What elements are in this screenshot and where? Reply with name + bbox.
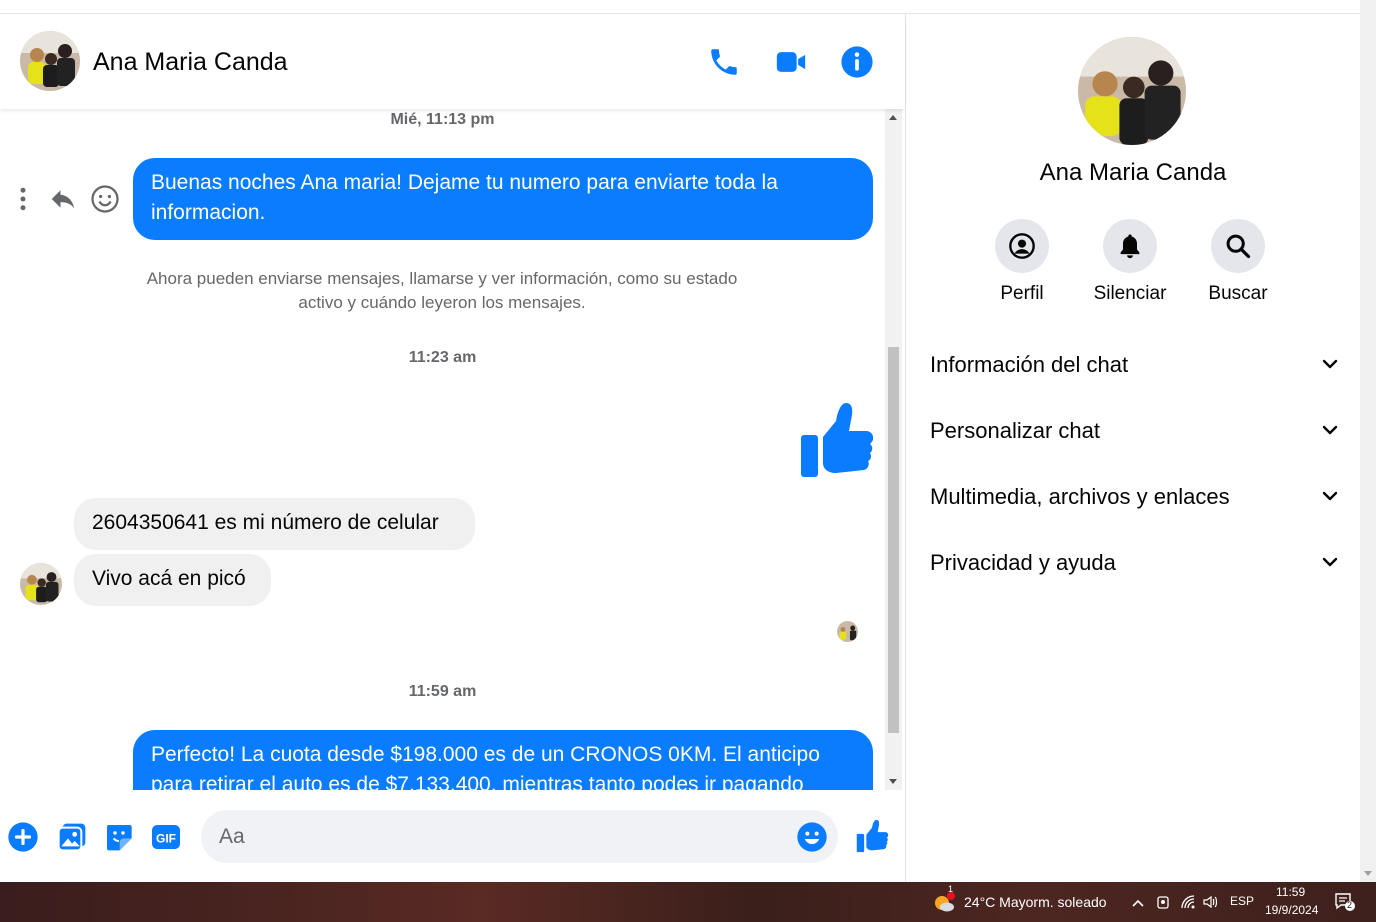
wifi-icon[interactable] <box>1180 894 1196 910</box>
thumbs-up-sticker[interactable] <box>798 401 874 479</box>
chevron-down-icon <box>1320 486 1340 506</box>
section-label: Información del chat <box>930 352 1129 377</box>
chevron-down-icon <box>1320 354 1340 374</box>
clock-date[interactable]: 19/9/2024 <box>1265 903 1318 917</box>
sticker-icon[interactable] <box>103 821 135 853</box>
weather-badge: 1 <box>948 884 954 894</box>
message-input[interactable] <box>219 820 779 853</box>
section-privacy-help[interactable]: Privacidad y ayuda <box>930 542 1340 582</box>
scroll-thumb[interactable] <box>888 347 899 733</box>
outgoing-message[interactable]: Buenas noches Ana maria! Dejame tu numer… <box>133 158 873 240</box>
chat-header: Ana Maria Canda <box>0 14 905 109</box>
system-note-line: Ahora pueden enviarse mensajes, llamarse… <box>146 269 738 288</box>
timestamp: 11:23 am <box>408 349 477 366</box>
timestamp: 11:59 am <box>408 683 477 700</box>
profile-avatar-large[interactable] <box>1078 37 1186 145</box>
mute-label: Silenciar <box>1093 283 1167 304</box>
profile-label: Perfil <box>1000 283 1044 304</box>
section-label: Multimedia, archivos y enlaces <box>930 484 1230 509</box>
meet-icon[interactable] <box>1156 894 1170 910</box>
section-chat-info[interactable]: Información del chat <box>930 344 1340 384</box>
message-scrollbar[interactable] <box>885 109 902 790</box>
top-strip <box>0 0 1360 14</box>
notification-count: 2 <box>1347 900 1353 910</box>
message-actions <box>8 184 128 218</box>
timestamp: Mié, 11:13 pm <box>390 111 495 128</box>
reply-icon[interactable] <box>48 184 78 214</box>
message-input-wrapper <box>201 810 838 863</box>
system-note: Ahora pueden enviarse mensajes, llamarse… <box>100 267 784 315</box>
section-label: Personalizar chat <box>930 418 1100 443</box>
plus-icon[interactable] <box>7 821 39 853</box>
section-customize-chat[interactable]: Personalizar chat <box>930 410 1340 450</box>
svg-text:GIF: GIF <box>156 831 176 845</box>
message-list[interactable]: Mié, 11:13 pm Buenas noches Ana maria! D… <box>0 109 885 790</box>
like-icon[interactable] <box>855 819 889 853</box>
weather-icon[interactable] <box>932 891 956 915</box>
incoming-message[interactable]: Vivo acá en picó <box>74 554 271 606</box>
clock-time[interactable]: 11:59 <box>1276 885 1305 899</box>
emoji-icon[interactable] <box>796 821 828 853</box>
weather-text[interactable]: 24°C Mayorm. soleado <box>964 894 1107 910</box>
chat-info-panel: Ana Maria Canda Perfil Silenciar Buscar … <box>906 14 1360 882</box>
section-media-files-links[interactable]: Multimedia, archivos y enlaces <box>930 476 1340 516</box>
read-receipt-avatar <box>837 621 858 642</box>
gallery-icon[interactable] <box>56 821 88 853</box>
search-label: Buscar <box>1208 283 1268 304</box>
react-emoji-icon[interactable] <box>90 184 120 214</box>
profile-name: Ana Maria Canda <box>1039 159 1227 186</box>
language-indicator[interactable]: ESP <box>1230 894 1254 908</box>
info-icon[interactable] <box>840 45 874 79</box>
contact-avatar[interactable] <box>20 31 80 91</box>
video-call-icon[interactable] <box>774 45 808 79</box>
more-options-icon[interactable] <box>8 184 38 214</box>
search-icon <box>1226 234 1251 259</box>
search-button[interactable]: Buscar <box>1188 219 1288 305</box>
phone-icon[interactable] <box>707 45 741 79</box>
incoming-message[interactable]: 2604350641 es mi número de celular <box>74 498 475 550</box>
scroll-down-arrow[interactable] <box>1364 871 1372 876</box>
windows-taskbar: 1 24°C Mayorm. soleado ESP 11:59 19/9/20… <box>0 882 1376 922</box>
volume-icon[interactable] <box>1202 894 1218 910</box>
chevron-down-icon <box>1320 420 1340 440</box>
scroll-down-arrow[interactable] <box>889 779 897 784</box>
section-label: Privacidad y ayuda <box>930 550 1116 575</box>
chevron-up-icon[interactable] <box>1131 896 1145 908</box>
contact-name: Ana Maria Canda <box>93 48 288 76</box>
contact-avatar-small[interactable] <box>20 563 62 605</box>
notification-icon[interactable] <box>1334 892 1356 912</box>
page-scrollbar[interactable] <box>1360 0 1376 882</box>
profile-button[interactable]: Perfil <box>972 219 1072 305</box>
system-note-line: activo y cuándo leyeron los mensajes. <box>298 293 586 312</box>
chevron-down-icon <box>1320 552 1340 572</box>
outgoing-message[interactable]: Perfecto! La cuota desde $198.000 es de … <box>133 730 873 790</box>
scroll-up-arrow[interactable] <box>889 115 897 120</box>
composer: GIF <box>0 790 905 882</box>
profile-icon <box>1009 233 1035 259</box>
bell-icon <box>1120 234 1140 259</box>
mute-button[interactable]: Silenciar <box>1080 219 1180 305</box>
gif-icon[interactable]: GIF <box>150 821 182 853</box>
